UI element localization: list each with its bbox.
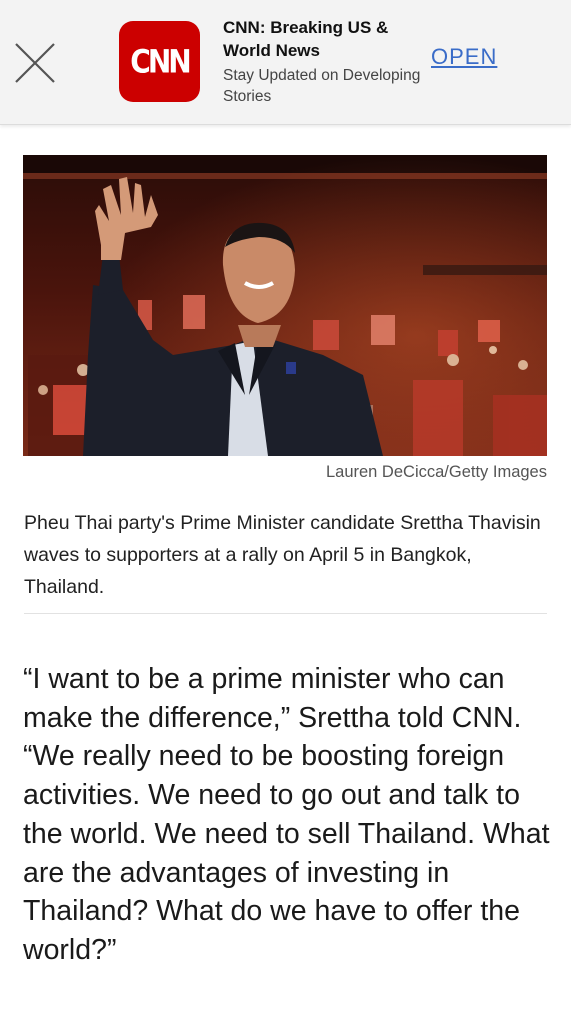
cnn-logo-text: CNN [130,42,191,81]
close-button[interactable] [10,38,60,88]
open-app-button[interactable]: OPEN [431,44,497,70]
close-icon [15,43,55,83]
divider [24,613,547,614]
article-hero-image[interactable] [23,155,547,456]
rally-photo [23,155,547,456]
image-credit: Lauren DeCicca/Getty Images [325,463,547,481]
article-paragraph: “I want to be a prime minister who can m… [23,663,550,966]
app-install-banner: CNN CNN: Breaking US & World News Stay U… [0,0,571,125]
app-title: CNN: Breaking US & World News [223,18,389,60]
cnn-app-logo[interactable]: CNN [119,21,200,102]
app-subtitle: Stay Updated on Developing Stories [223,67,421,105]
image-caption: Pheu Thai party's Prime Minister candida… [24,512,541,598]
